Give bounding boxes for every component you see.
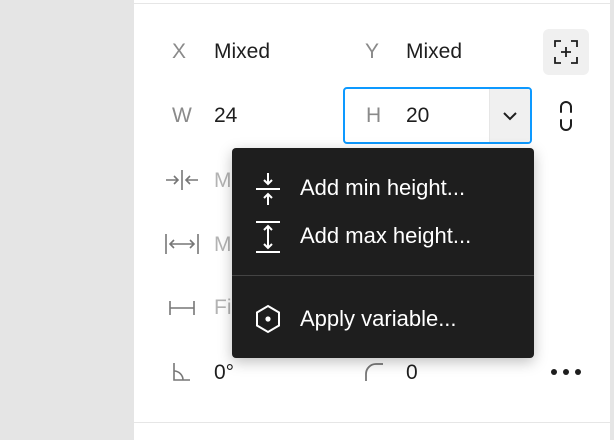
canvas-area [0, 0, 134, 440]
corner-radius-icon [365, 363, 383, 381]
rotation-icon [173, 363, 190, 381]
variable-hexagon-icon [256, 304, 280, 334]
menu-item-label: Add min height... [300, 175, 466, 200]
menu-item-add-max-height[interactable]: Add max height... [232, 214, 534, 258]
section-divider-top [134, 3, 610, 4]
radius-input[interactable]: 0 [406, 361, 418, 385]
constrain-proportions-icon[interactable] [558, 100, 574, 132]
more-options-icon[interactable] [550, 368, 582, 376]
h-input[interactable]: 20 [406, 104, 429, 128]
menu-divider [232, 275, 534, 276]
min-height-icon [256, 173, 280, 205]
menu-item-apply-variable[interactable]: Apply variable... [232, 297, 534, 341]
w-input[interactable]: 24 [214, 104, 237, 128]
height-field[interactable]: H 20 [343, 87, 532, 144]
max-width-input[interactable]: M [214, 233, 232, 257]
section-divider-bottom [134, 422, 610, 423]
height-options-menu: Add min height... Add max height... Appl… [232, 148, 534, 358]
menu-item-label: Add max height... [300, 223, 472, 248]
rotation-input[interactable]: 0° [214, 361, 234, 385]
chevron-down-icon [503, 112, 517, 121]
x-input[interactable]: Mixed [214, 40, 270, 64]
min-width-input[interactable]: M [214, 169, 232, 193]
min-width-icon [166, 170, 198, 190]
menu-item-label: Apply variable... [300, 306, 457, 331]
max-height-icon [256, 221, 280, 253]
fixed-width-input[interactable]: Fi [214, 296, 232, 320]
frame-crosshair-icon [554, 40, 578, 64]
height-dropdown-button[interactable] [489, 89, 530, 142]
w-label: W [172, 104, 192, 127]
constraints-button[interactable] [543, 29, 589, 75]
panel-edge [610, 0, 614, 440]
y-input[interactable]: Mixed [406, 40, 462, 64]
fixed-width-icon [169, 301, 195, 315]
menu-item-add-min-height[interactable]: Add min height... [232, 166, 534, 210]
h-label: H [366, 104, 382, 127]
x-label: X [172, 40, 187, 63]
max-width-icon [165, 234, 199, 254]
y-label: Y [365, 40, 380, 63]
